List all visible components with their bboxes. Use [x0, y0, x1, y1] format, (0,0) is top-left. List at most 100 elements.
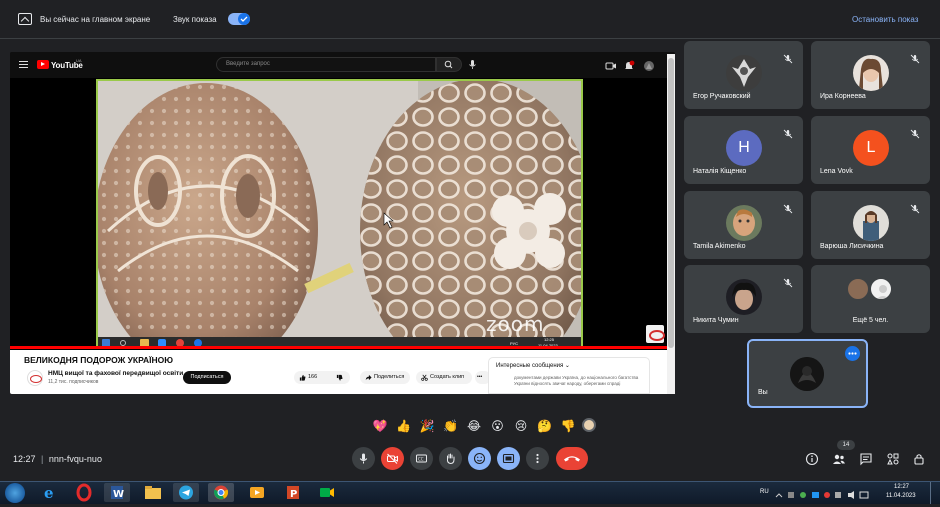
- media-player-icon[interactable]: [244, 483, 270, 502]
- mic-off-icon: [910, 51, 920, 64]
- easter-eggs-image: [98, 81, 581, 337]
- powerpoint-icon[interactable]: P: [280, 483, 306, 502]
- youtube-logo-icon[interactable]: [37, 60, 49, 69]
- participant-avatar: [726, 205, 762, 241]
- participant-avatar: H: [726, 130, 762, 166]
- participant-name: Егор Ручаковский: [693, 93, 751, 100]
- chat-message: документами держави Україна, до націонал…: [514, 375, 639, 386]
- keyboard-language[interactable]: RU: [760, 489, 769, 495]
- zoom-watermark: zoom: [486, 312, 545, 336]
- chat-icon[interactable]: [859, 452, 873, 466]
- subscribe-button[interactable]: Подписаться: [183, 371, 231, 384]
- video-title: ВЕЛИКОДНЯ ПОДОРОЖ УКРАЇНОЮ: [24, 355, 174, 365]
- scissors-icon: [421, 374, 428, 381]
- system-tray-icons[interactable]: [774, 488, 874, 500]
- participant-tile[interactable]: Tamila Akimenko: [684, 191, 803, 259]
- chrome-icon[interactable]: [208, 483, 234, 502]
- more-options-icon[interactable]: [845, 346, 860, 361]
- captions-button[interactable]: CC: [410, 447, 433, 470]
- chat-header: Интересные сообщения: [496, 363, 564, 369]
- host-controls-icon[interactable]: [912, 452, 926, 466]
- menu-icon[interactable]: [19, 61, 28, 68]
- reaction-emoji[interactable]: 👍: [396, 418, 412, 434]
- meet-app-icon[interactable]: [314, 483, 340, 502]
- participant-avatar: [853, 205, 889, 241]
- scrollbar-thumb[interactable]: [668, 58, 674, 348]
- stop-presenting-button[interactable]: Остановить показ: [852, 15, 918, 24]
- participant-tile[interactable]: Ещё 5 чел.: [811, 265, 930, 333]
- participant-avatar: L: [853, 130, 889, 166]
- file-explorer-icon[interactable]: [140, 483, 166, 502]
- clip-button[interactable]: Создать клип: [416, 371, 472, 384]
- telegram-icon[interactable]: [173, 483, 199, 502]
- share-button[interactable]: Поделиться: [360, 371, 410, 384]
- reaction-emoji[interactable]: 👎: [560, 418, 576, 434]
- meeting-details-icon[interactable]: [805, 452, 819, 466]
- reactions-button[interactable]: [468, 447, 491, 470]
- voice-search-icon[interactable]: [466, 58, 479, 71]
- microphone-button[interactable]: [352, 447, 375, 470]
- participant-tile[interactable]: Егор Ручаковский: [684, 41, 803, 109]
- svg-text:W: W: [113, 489, 124, 500]
- presenting-status-text: Вы сейчас на главном экране: [40, 15, 151, 24]
- clip-label: Создать клип: [430, 374, 465, 380]
- zoom-taskbar-time: 12:25: [544, 337, 555, 342]
- reaction-emoji[interactable]: 👏: [443, 418, 459, 434]
- chat-filter-dropdown[interactable]: Интересные сообщения ⌄: [496, 362, 570, 369]
- participant-avatar: [726, 279, 762, 315]
- participant-name: Ира Корнеева: [820, 93, 866, 100]
- dislike-button[interactable]: [330, 371, 350, 384]
- participants-icon[interactable]: [832, 452, 846, 466]
- share-label: Поделиться: [374, 374, 405, 380]
- zoom-shared-video: zoom РУС 12:25 11.04.2023: [96, 79, 583, 349]
- raise-hand-button[interactable]: [439, 447, 462, 470]
- camera-button[interactable]: [381, 447, 404, 470]
- participant-tile[interactable]: L Lena Vovk: [811, 116, 930, 184]
- notifications-icon[interactable]: [623, 59, 635, 71]
- search-icon: [444, 60, 453, 69]
- more-options-button[interactable]: [526, 447, 549, 470]
- participant-tile[interactable]: Варюша Лисичкина: [811, 191, 930, 259]
- meeting-time-code: 12:27 | nnn-fvqu-nuo: [13, 454, 102, 464]
- start-button-icon[interactable]: [5, 483, 25, 503]
- participant-tile[interactable]: H Наталія Кіщенко: [684, 116, 803, 184]
- search-button[interactable]: [436, 57, 462, 72]
- channel-name[interactable]: НМЦ вищої та фахової передвищої освіти: [48, 370, 183, 377]
- participant-name: Tamila Akimenko: [693, 243, 746, 250]
- show-desktop-button[interactable]: [930, 482, 940, 504]
- participant-name: Наталія Кіщенко: [693, 168, 747, 175]
- reaction-emoji[interactable]: 🎉: [419, 418, 435, 434]
- reaction-emoji[interactable]: 😂: [466, 418, 482, 434]
- account-icon[interactable]: [643, 59, 655, 71]
- mic-off-icon: [910, 126, 920, 139]
- skin-tone-selector[interactable]: [582, 418, 596, 432]
- present-button[interactable]: [497, 447, 520, 470]
- mic-off-icon: [783, 275, 793, 288]
- chevron-down-icon: ⌄: [564, 362, 570, 369]
- reaction-emoji[interactable]: 🤔: [537, 418, 553, 434]
- word-icon[interactable]: W: [104, 483, 130, 502]
- camera-off-icon: [387, 453, 398, 464]
- self-tile[interactable]: Вы: [747, 339, 868, 408]
- participant-tile[interactable]: Никита Чумин: [684, 265, 803, 333]
- progress-fill: [10, 346, 675, 349]
- clock-date: 11.04.2023: [886, 493, 916, 499]
- leave-call-button[interactable]: [556, 447, 588, 470]
- opera-icon[interactable]: [71, 483, 97, 502]
- reaction-emoji[interactable]: 💖: [372, 418, 388, 434]
- reaction-emoji[interactable]: 😢: [513, 418, 529, 434]
- sound-label: Звук показа: [173, 15, 217, 24]
- toggle-check-icon[interactable]: [238, 13, 250, 25]
- activities-icon[interactable]: [886, 452, 900, 466]
- reaction-emoji[interactable]: 😮: [490, 418, 506, 434]
- present-icon: [502, 453, 515, 464]
- channel-avatar[interactable]: [27, 370, 43, 386]
- internet-explorer-icon[interactable]: e: [38, 483, 64, 502]
- mic-off-icon: [910, 201, 920, 214]
- svg-text:P: P: [290, 489, 297, 500]
- participant-tile[interactable]: Ира Корнеева: [811, 41, 930, 109]
- mic-off-icon: [783, 51, 793, 64]
- participant-avatar: [853, 55, 889, 91]
- divider: |: [41, 454, 44, 464]
- create-video-icon[interactable]: [605, 59, 617, 71]
